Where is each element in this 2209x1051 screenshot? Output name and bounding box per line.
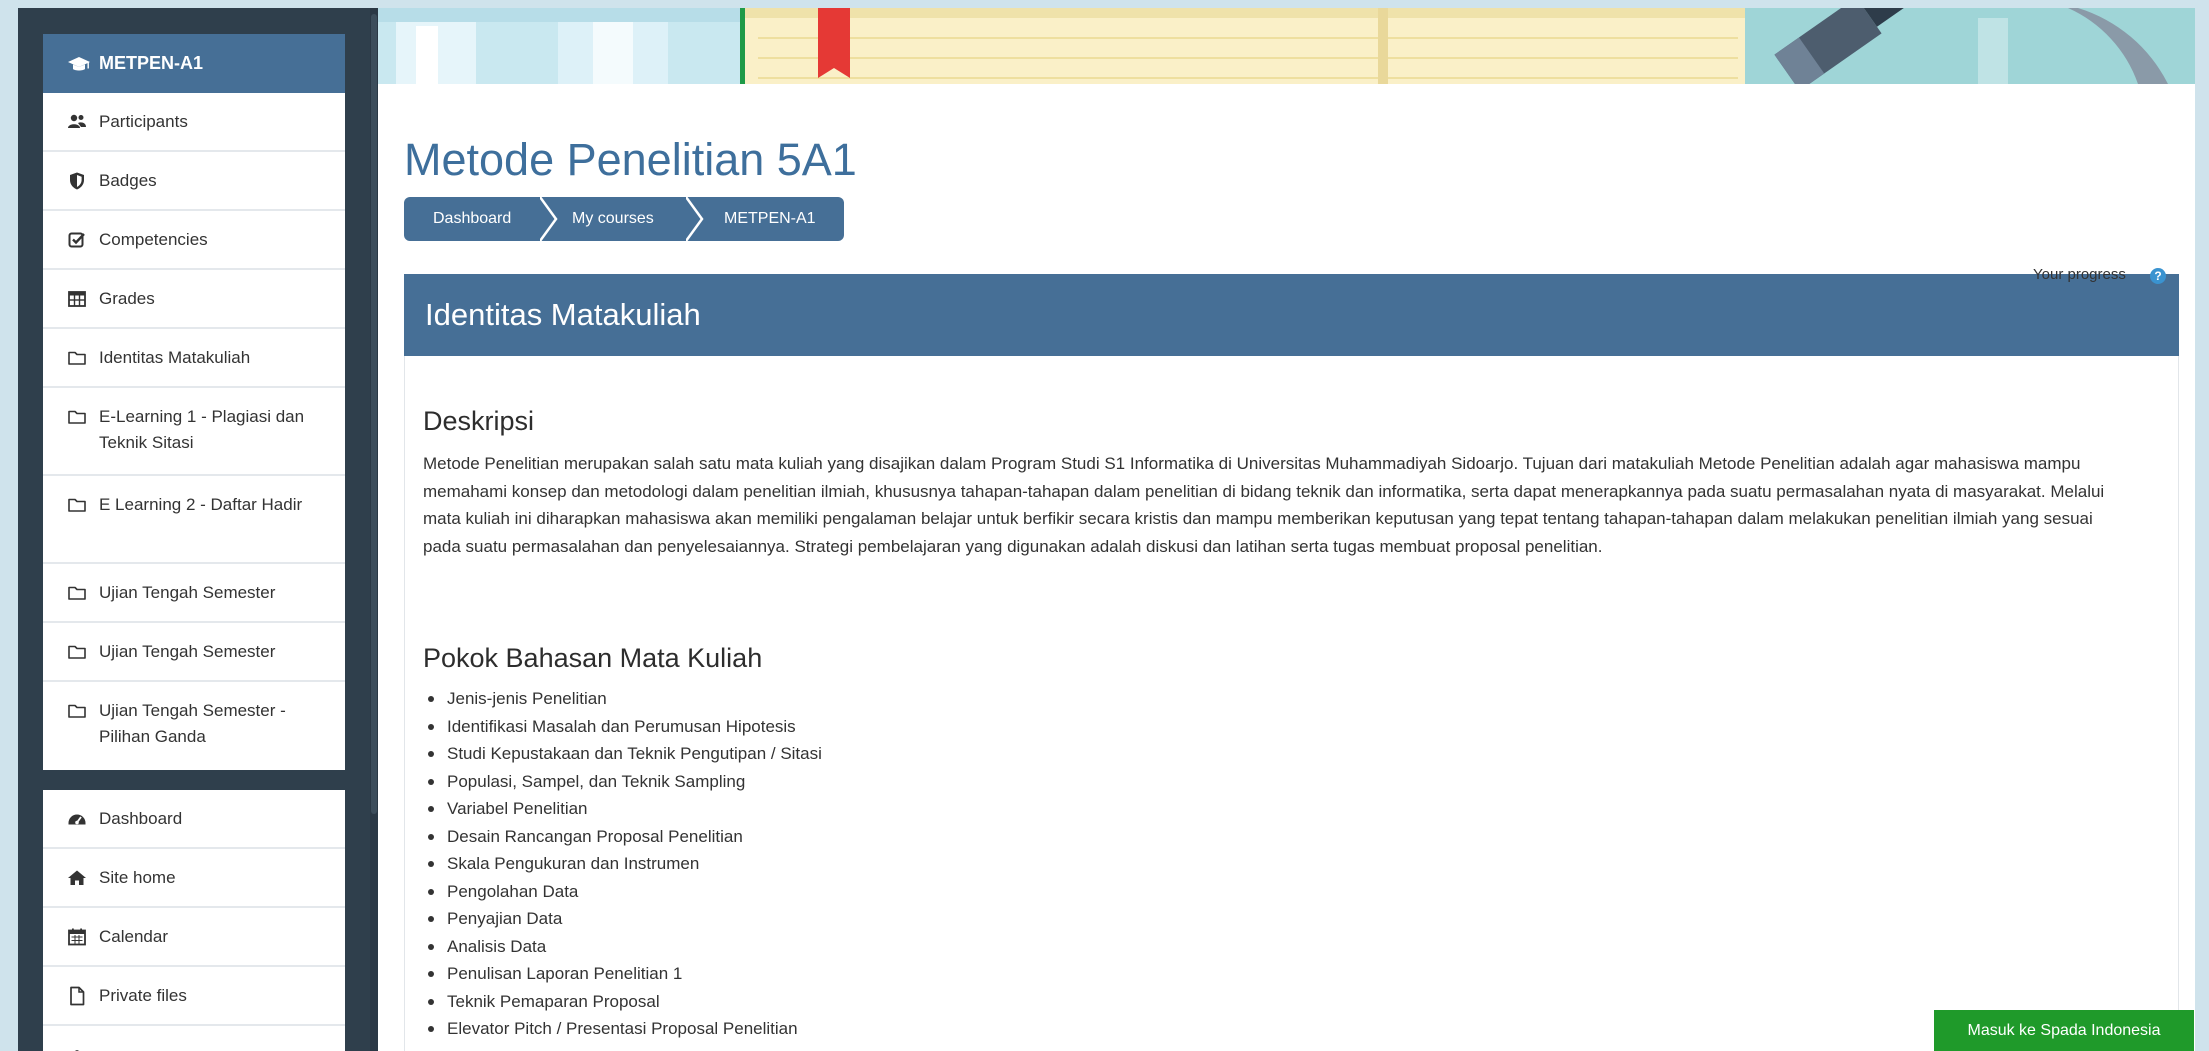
sidebar-item-dashboard[interactable]: Dashboard: [43, 790, 345, 849]
checkbox-icon: [68, 232, 85, 247]
breadcrumb-separator-icon: [540, 197, 558, 241]
sidebar-item-site-home[interactable]: Site home: [43, 849, 345, 908]
sidebar-item-label: Ujian Tengah Semester: [99, 641, 276, 661]
breadcrumb-item-my-courses[interactable]: My courses: [542, 197, 704, 241]
sidebar-item-label: Site home: [99, 867, 176, 887]
site-nav-block: Dashboard Site home Calendar Private fil…: [43, 790, 345, 1051]
sidebar-item-elearning-2[interactable]: E Learning 2 - Daftar Hadir: [43, 476, 345, 564]
list-item: Studi Kepustakaan dan Teknik Pengutipan …: [425, 740, 822, 768]
sidebar-item-label: Dashboard: [99, 808, 183, 828]
help-icon[interactable]: ?: [2150, 268, 2166, 284]
sidebar-item-participants[interactable]: Participants: [43, 93, 345, 152]
tachometer-icon: [68, 814, 86, 824]
folder-icon: [68, 410, 86, 424]
graduation-cap-icon: [68, 56, 90, 70]
sidebar-item-more[interactable]: [43, 1026, 345, 1051]
sidebar-item-label: Participants: [99, 111, 188, 131]
list-item: Variabel Penelitian: [425, 795, 822, 823]
sidebar-item-uts-2[interactable]: Ujian Tengah Semester: [43, 623, 345, 682]
description-heading: Deskripsi: [423, 406, 535, 436]
breadcrumb-label: My courses: [572, 210, 654, 227]
folder-icon: [68, 645, 86, 659]
list-item: Jenis-jenis Penelitian: [425, 685, 822, 713]
sidebar-item-label: Private files: [99, 985, 187, 1005]
sidebar-item-calendar[interactable]: Calendar: [43, 908, 345, 967]
sidebar-item-label: E Learning 2 - Daftar Hadir: [99, 495, 303, 514]
home-icon: [68, 870, 86, 885]
file-icon: [70, 986, 85, 1005]
course-short-name: METPEN-A1: [99, 53, 204, 73]
list-item: Populasi, Sampel, dan Teknik Sampling: [425, 768, 822, 796]
list-item: Teknik Pemaparan Proposal: [425, 988, 822, 1016]
sidebar-item-badges[interactable]: Badges: [43, 152, 345, 211]
list-item: Penulisan Laporan Penelitian 1: [425, 960, 822, 988]
shield-icon: [70, 172, 84, 189]
list-item: Skala Pengukuran dan Instrumen: [425, 850, 822, 878]
calendar-icon: [68, 928, 86, 945]
breadcrumb-separator-icon: [686, 197, 704, 241]
topics-list: Jenis-jenis Penelitian Identifikasi Masa…: [425, 685, 822, 1043]
spada-indonesia-button[interactable]: Masuk ke Spada Indonesia: [1934, 1010, 2194, 1051]
sidebar-item-grades[interactable]: Grades: [43, 270, 345, 329]
list-item: Analisis Data: [425, 933, 822, 961]
sidebar-item-label: Ujian Tengah Semester: [99, 582, 276, 602]
section-header: Identitas Matakuliah: [404, 274, 2179, 356]
folder-icon: [68, 586, 86, 600]
folder-icon: [68, 704, 86, 718]
sidebar-item-label: Grades: [99, 288, 155, 308]
table-icon: [68, 290, 86, 307]
sidebar-item-label: E-Learning 1 - Plagiasi dan Teknik Sitas…: [99, 407, 305, 452]
course-menu-block: METPEN-A1 Participants Badges Competenci…: [43, 34, 345, 770]
sidebar-scrollbar-thumb[interactable]: [371, 14, 377, 814]
sidebar-item-label: Competencies: [99, 229, 208, 249]
list-item: Elevator Pitch / Presentasi Proposal Pen…: [425, 1015, 822, 1043]
sidebar-item-private-files[interactable]: Private files: [43, 967, 345, 1026]
description-text: Metode Penelitian merupakan salah satu m…: [423, 454, 2105, 556]
course-banner-image: [378, 8, 2195, 84]
sidebar-item-identitas-matakuliah[interactable]: Identitas Matakuliah: [43, 329, 345, 388]
breadcrumb-item-dashboard[interactable]: Dashboard: [404, 197, 558, 241]
list-item: Pengolahan Data: [425, 878, 822, 906]
sidebar-item-uts-1[interactable]: Ujian Tengah Semester: [43, 564, 345, 623]
sidebar: METPEN-A1 Participants Badges Competenci…: [18, 8, 378, 1051]
breadcrumb-item-course[interactable]: METPEN-A1: [688, 197, 844, 241]
users-icon: [68, 114, 86, 128]
sidebar-item-label: Badges: [99, 170, 157, 190]
sidebar-item-label: Ujian Tengah Semester - Pilihan Ganda: [99, 701, 286, 746]
sidebar-item-label: Calendar: [99, 926, 168, 946]
folder-icon: [68, 351, 86, 365]
browser-viewport: METPEN-A1 Participants Badges Competenci…: [18, 8, 2195, 1051]
sidebar-item-elearning-1[interactable]: E-Learning 1 - Plagiasi dan Teknik Sitas…: [43, 388, 345, 476]
graduation-cap-icon: [73, 1049, 81, 1051]
sidebar-item-label: Identitas Matakuliah: [99, 347, 251, 367]
topics-heading: Pokok Bahasan Mata Kuliah: [423, 643, 763, 673]
breadcrumb-label: METPEN-A1: [724, 210, 816, 227]
breadcrumb-label: Dashboard: [433, 210, 512, 227]
breadcrumb: Dashboard My courses METPEN-A1: [404, 197, 844, 241]
list-item: Desain Rancangan Proposal Penelitian: [425, 823, 822, 851]
list-item: Identifikasi Masalah dan Perumusan Hipot…: [425, 713, 822, 741]
page-title: Metode Penelitian 5A1: [404, 134, 857, 185]
folder-icon: [68, 498, 86, 512]
sidebar-item-uts-pilihan-ganda[interactable]: Ujian Tengah Semester - Pilihan Ganda: [43, 682, 345, 770]
list-item: Penyajian Data: [425, 905, 822, 933]
section-title: Identitas Matakuliah: [425, 297, 701, 332]
sidebar-item-competencies[interactable]: Competencies: [43, 211, 345, 270]
banner-illustration: [378, 8, 2195, 84]
course-menu-header[interactable]: METPEN-A1: [43, 34, 345, 93]
progress-label: Your progress: [2033, 266, 2126, 283]
